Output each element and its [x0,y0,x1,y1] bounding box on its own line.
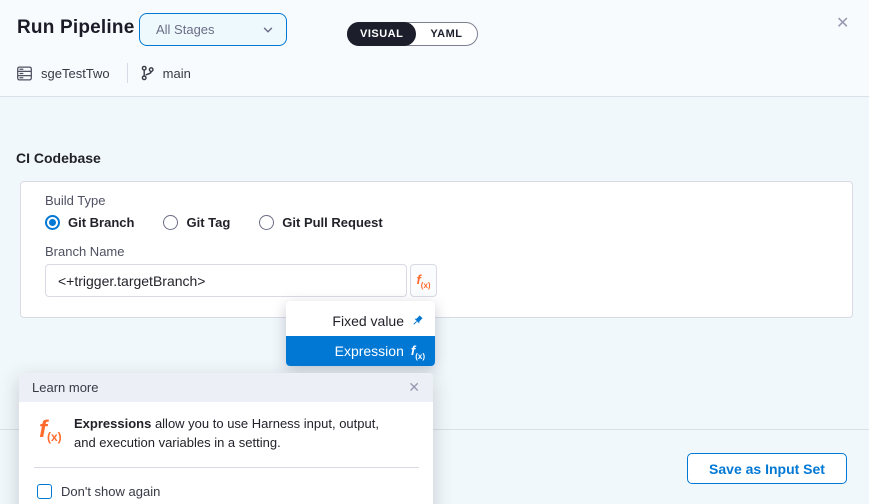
repository-icon [16,65,33,82]
run-pipeline-modal: Run Pipeline All Stages VISUAL YAML ✕ [0,0,869,504]
divider [127,63,128,83]
page-title: Run Pipeline [17,17,134,39]
radio-git-pull-request[interactable]: Git Pull Request [259,215,382,230]
branch-name: main [163,66,191,81]
radio-git-tag[interactable]: Git Tag [163,215,230,230]
radio-unselected-icon [163,215,178,230]
menu-item-expression[interactable]: Expression f(x) [286,336,435,366]
popover-title: Learn more [32,380,98,395]
stage-select[interactable]: All Stages [139,13,287,46]
close-icon[interactable]: ✕ [408,379,420,396]
tab-visual[interactable]: VISUAL [347,22,416,46]
fx-icon: f(x) [416,271,430,290]
chevron-down-icon [262,24,274,36]
git-branch-icon [140,65,155,81]
menu-item-fixed-value[interactable]: Fixed value [286,306,435,336]
branch-name-label: Branch Name [45,244,124,259]
close-icon[interactable]: ✕ [836,15,849,33]
learn-more-popover: Learn more ✕ f(x) Expressions allow you … [19,373,433,504]
checkbox-unchecked-icon[interactable] [37,484,52,499]
popover-header: Learn more ✕ [19,373,433,402]
save-as-input-set-button[interactable]: Save as Input Set [687,453,847,484]
section-title-ci-codebase: CI Codebase [16,150,101,166]
repository-name: sgeTestTwo [41,66,110,81]
ci-codebase-card: Build Type Git Branch Git Tag Git Pull R… [20,181,853,318]
value-type-menu: Fixed value Expression f(x) [286,301,435,366]
build-type-label: Build Type [45,193,105,208]
expression-fx-button[interactable]: f(x) [410,264,437,297]
fx-icon-large: f(x) [39,416,62,444]
radio-unselected-icon [259,215,274,230]
radio-selected-icon [45,215,60,230]
dont-show-again-label: Don't show again [61,484,160,499]
stage-select-value: All Stages [156,22,215,37]
modal-header: Run Pipeline All Stages VISUAL YAML ✕ [0,0,869,97]
tab-yaml[interactable]: YAML [416,23,476,45]
dont-show-again-control[interactable]: Don't show again [37,484,160,499]
pin-icon [411,314,425,328]
branch-name-input[interactable] [45,264,407,297]
popover-body-text: Expressions allow you to use Harness inp… [74,414,400,452]
fx-icon: f(x) [411,342,425,361]
radio-git-branch[interactable]: Git Branch [45,215,134,230]
pipeline-meta: sgeTestTwo main [16,62,191,84]
build-type-radio-group: Git Branch Git Tag Git Pull Request [45,215,383,230]
view-toggle: VISUAL YAML [347,22,478,46]
divider [34,467,419,468]
